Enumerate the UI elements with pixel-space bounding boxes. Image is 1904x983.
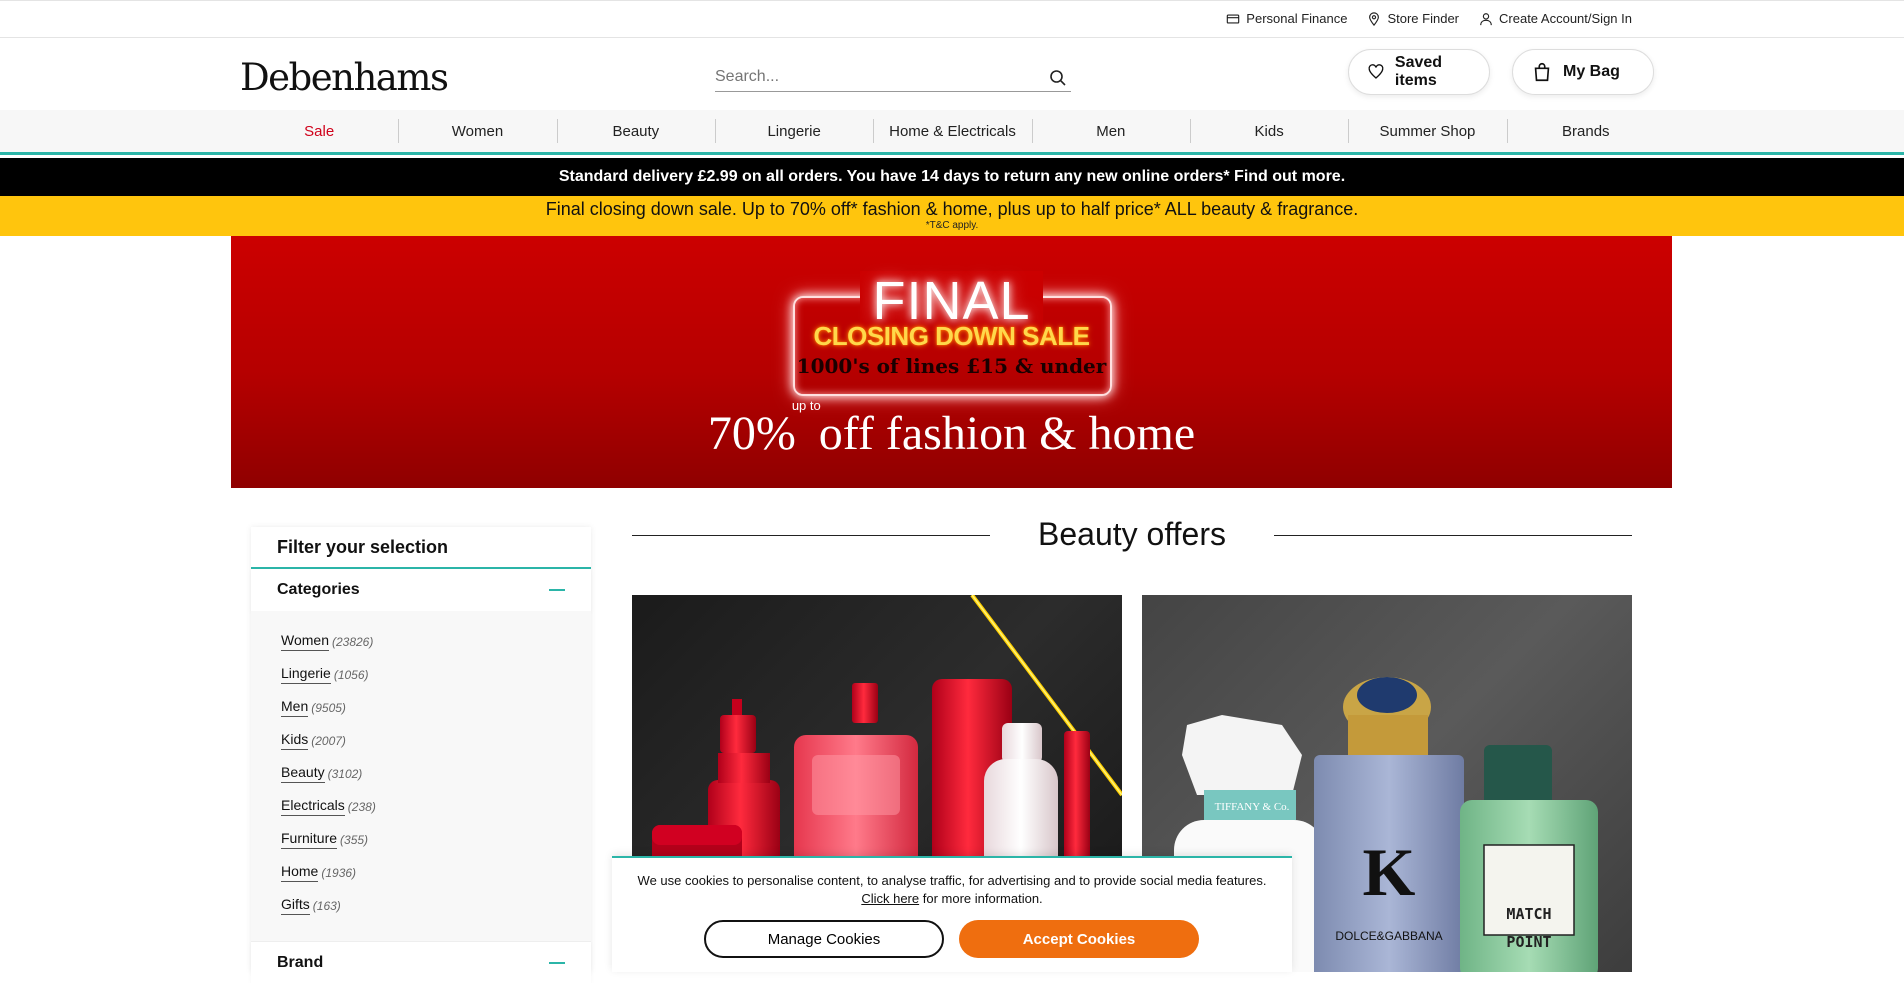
list-item: Women (23826) [281, 625, 561, 658]
my-bag-label: My Bag [1563, 63, 1620, 80]
cookie-banner: We use cookies to personalise content, t… [612, 856, 1292, 972]
hero-percent: 70% [707, 407, 796, 460]
list-item: Men (9505) [281, 691, 561, 724]
brand-toggle[interactable]: Brand [251, 941, 591, 983]
personal-finance-label: Personal Finance [1246, 11, 1348, 26]
point-label: POINT [1506, 933, 1551, 951]
saved-items-button[interactable]: Saved items [1348, 49, 1490, 95]
credit-card-icon [1227, 13, 1240, 24]
category-count: (1056) [333, 667, 369, 682]
nav-item-brands[interactable]: Brands [1506, 110, 1665, 152]
list-item: Kids (2007) [281, 724, 561, 757]
list-item: Home (1936) [281, 856, 561, 889]
collapse-minus-icon [549, 961, 565, 964]
hero-offer-text: off fashion & home [818, 407, 1196, 460]
list-item: Lingerie (1056) [281, 658, 561, 691]
list-item: Beauty (3102) [281, 757, 561, 790]
promo-text: Final closing down sale. Up to 70% off* … [545, 199, 1359, 219]
cookie-suffix: for more information. [922, 891, 1043, 906]
user-icon [1480, 12, 1492, 25]
category-link-electricals[interactable]: Electricals [281, 797, 345, 816]
nav-item-sale[interactable]: Sale [240, 110, 398, 152]
shopping-bag-icon [1534, 62, 1550, 82]
manage-cookies-button[interactable]: Manage Cookies [704, 920, 944, 958]
debenhams-logo[interactable]: Debenhams [240, 56, 449, 99]
category-count: (23826) [331, 634, 374, 649]
category-link-home[interactable]: Home [281, 863, 319, 882]
category-link-beauty[interactable]: Beauty [281, 764, 325, 783]
hero-offer: 70%up to off fashion & home [231, 398, 1672, 461]
account-label: Create Account/Sign In [1499, 11, 1632, 26]
k-logo-letter: K [1363, 834, 1416, 910]
category-count: (355) [340, 832, 369, 847]
location-pin-icon [1369, 11, 1380, 26]
nav-item-beauty[interactable]: Beauty [556, 110, 715, 152]
category-link-furniture[interactable]: Furniture [281, 830, 338, 849]
nav-item-kids[interactable]: Kids [1189, 110, 1348, 152]
accept-cookies-button[interactable]: Accept Cookies [959, 920, 1199, 958]
promo-banner[interactable]: Final closing down sale. Up to 70% off* … [0, 196, 1904, 236]
category-count: (3102) [327, 766, 363, 781]
hero-up-to: up to [791, 398, 821, 413]
match-label: MATCH [1506, 905, 1551, 923]
list-item: Gifts (163) [281, 889, 561, 922]
list-item: Furniture (355) [281, 823, 561, 856]
tiffany-label: TIFFANY & Co. [1215, 801, 1290, 813]
category-count: (163) [312, 898, 341, 913]
store-finder-label: Store Finder [1387, 11, 1460, 26]
cookie-message: We use cookies to personalise content, t… [624, 872, 1280, 908]
cookie-text: We use cookies to personalise content, t… [637, 873, 1267, 888]
nav-item-home-electricals[interactable]: Home & Electricals [873, 110, 1031, 152]
category-link-gifts[interactable]: Gifts [281, 896, 310, 915]
category-count: (1936) [321, 865, 357, 880]
account-link[interactable]: Create Account/Sign In [1479, 11, 1632, 26]
list-item: Electricals (238) [281, 790, 561, 823]
heart-icon [1368, 64, 1384, 79]
delivery-banner[interactable]: Standard delivery £2.99 on all orders. Y… [0, 158, 1904, 196]
search-input[interactable] [715, 64, 1035, 90]
utility-links: Personal Finance Store Finder Create Acc… [1226, 11, 1632, 26]
category-count: (238) [347, 799, 376, 814]
saved-items-label: Saved items [1394, 54, 1443, 89]
nav-item-lingerie[interactable]: Lingerie [714, 110, 873, 152]
categories-toggle[interactable]: Categories [251, 569, 591, 611]
category-list: Women (23826) Lingerie (1056) Men (9505) Ki… [251, 611, 591, 941]
site-header: Debenhams Saved items My Bag [0, 38, 1904, 110]
store-finder-link[interactable]: Store Finder [1367, 11, 1459, 26]
personal-finance-link[interactable]: Personal Finance [1226, 11, 1347, 26]
heading-divider-right [1274, 535, 1632, 536]
category-link-lingerie[interactable]: Lingerie [281, 665, 331, 684]
my-bag-button[interactable]: My Bag [1512, 49, 1654, 95]
nav-item-men[interactable]: Men [1031, 110, 1190, 152]
collapse-minus-icon [549, 589, 565, 591]
utility-bar: Personal Finance Store Finder Create Acc… [0, 0, 1904, 38]
cookie-info-link[interactable]: Click here [861, 891, 919, 906]
category-link-women[interactable]: Women [281, 632, 329, 651]
category-link-men[interactable]: Men [281, 698, 309, 717]
category-count: (2007) [311, 733, 346, 748]
category-count: (9505) [311, 700, 346, 715]
nav-item-women[interactable]: Women [398, 110, 556, 152]
search-bar [715, 64, 1071, 92]
section-heading: Beauty offers [632, 516, 1632, 556]
hero-closing-text: CLOSING DOWN SALE [813, 321, 1090, 351]
nav-item-summer-shop[interactable]: Summer Shop [1348, 110, 1506, 152]
nav-items: Sale Women Beauty Lingerie Home & Electr… [240, 110, 1665, 152]
hero-banner[interactable]: FINAL CLOSING DOWN SALE 1000's of lines … [231, 236, 1672, 488]
hero-lines-text: 1000's of lines £15 & under [796, 354, 1107, 378]
category-link-kids[interactable]: Kids [281, 731, 309, 750]
promo-tc: *T&C apply. [925, 220, 979, 231]
filter-sidebar: Filter your selection Categories Women (2… [251, 527, 591, 983]
filter-title: Filter your selection [251, 527, 591, 569]
dolce-gabbana-label: DOLCE&GABBANA [1335, 929, 1442, 943]
main-nav: Sale Women Beauty Lingerie Home & Electr… [0, 110, 1904, 155]
search-icon[interactable] [1049, 69, 1067, 87]
brand-label: Brand [277, 953, 324, 971]
categories-label: Categories [277, 581, 360, 598]
